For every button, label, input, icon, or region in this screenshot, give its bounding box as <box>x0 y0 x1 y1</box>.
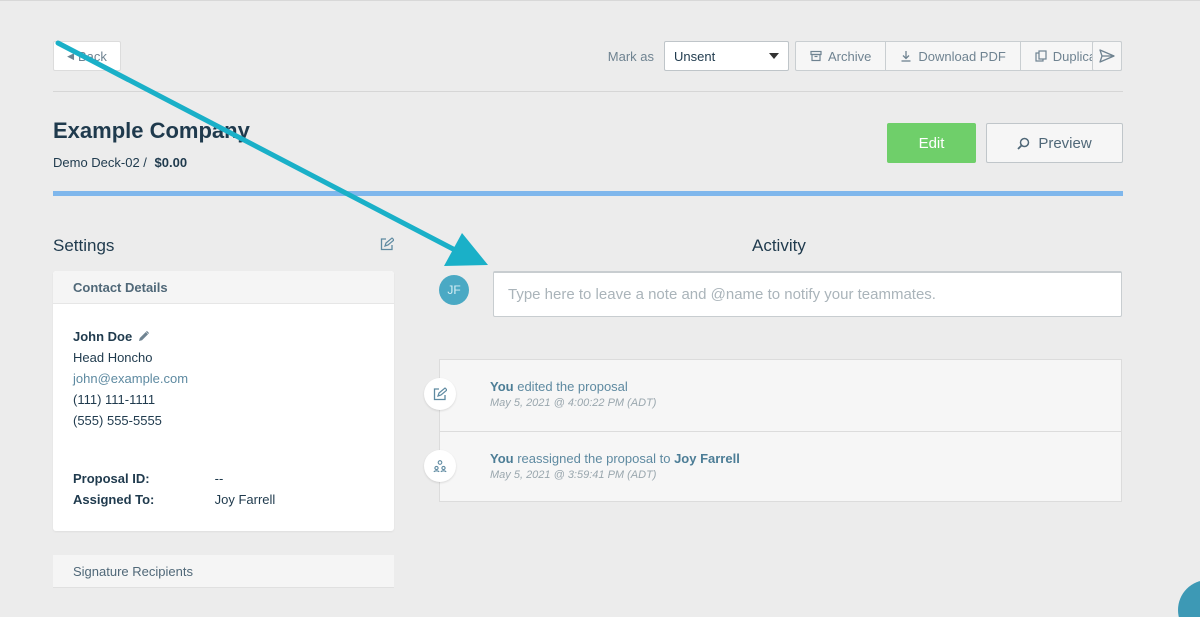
edit-settings-icon[interactable] <box>380 237 395 256</box>
archive-label: Archive <box>828 48 872 64</box>
activity-feed: You edited the proposal May 5, 2021 @ 4:… <box>424 359 1122 502</box>
caret-left-icon: ◀ <box>67 50 74 61</box>
pencil-icon[interactable] <box>137 330 150 343</box>
contact-details-header[interactable]: Contact Details <box>53 271 394 304</box>
archive-button[interactable]: Archive <box>795 41 887 71</box>
preview-label: Preview <box>1038 134 1092 152</box>
mark-as-label: Mark as <box>607 48 654 64</box>
proposal-id-value: -- <box>214 471 224 486</box>
contact-role: Head Honcho <box>73 350 153 365</box>
activity-target: Joy Farrell <box>674 451 740 466</box>
search-icon <box>1017 137 1030 150</box>
reassign-users-icon <box>424 450 456 482</box>
edit-icon <box>424 378 456 410</box>
activity-text: You reassigned the proposal to Joy Farre… <box>490 451 740 466</box>
activity-action: edited the proposal <box>517 379 628 394</box>
activity-timestamp: May 5, 2021 @ 4:00:22 PM (ADT) <box>490 397 657 409</box>
contact-info: John Doe Head Honcho john@example.com (1… <box>73 326 188 431</box>
status-select[interactable]: Unsent <box>664 41 789 71</box>
activity-actor: You <box>490 451 514 466</box>
action-button-group: Archive Download PDF Duplicate <box>795 41 1122 71</box>
activity-action: reassigned the proposal to <box>517 451 671 466</box>
help-chat-button[interactable] <box>1178 580 1200 617</box>
contact-email[interactable]: john@example.com <box>73 368 188 389</box>
status-value: Unsent <box>674 48 716 64</box>
preview-button[interactable]: Preview <box>986 123 1123 163</box>
duplicate-icon <box>1035 50 1047 62</box>
contact-name-row: John Doe <box>73 326 188 347</box>
proposal-id-row: Proposal ID: -- <box>73 471 223 486</box>
contact-details-card: Contact Details John Doe Head Honcho joh… <box>53 271 394 531</box>
assigned-to-label: Assigned To: <box>73 492 155 507</box>
activity-item: You reassigned the proposal to Joy Farre… <box>424 431 1121 502</box>
download-label: Download PDF <box>918 48 1006 64</box>
assigned-to-row: Assigned To: Joy Farrell <box>73 492 275 507</box>
contact-phone-1: (111) 111-1111 <box>73 392 156 407</box>
header-divider <box>53 91 1123 92</box>
annotation-arrow-line <box>55 40 458 253</box>
activity-timestamp: May 5, 2021 @ 3:59:41 PM (ADT) <box>490 469 657 481</box>
activity-title: Activity <box>752 236 806 255</box>
send-button[interactable] <box>1092 41 1122 71</box>
annotation-arrow-head <box>444 233 488 266</box>
activity-actor: You <box>490 379 514 394</box>
avatar: JF <box>439 275 469 305</box>
download-pdf-button[interactable]: Download PDF <box>885 41 1021 71</box>
contact-phone-2: (555) 555-5555 <box>73 413 162 428</box>
progress-bar <box>53 191 1123 196</box>
back-label: Back <box>78 48 107 64</box>
assigned-to-value: Joy Farrell <box>214 492 276 507</box>
contact-name: John Doe <box>73 329 133 344</box>
signature-recipients-header[interactable]: Signature Recipients <box>53 555 394 588</box>
top-border <box>0 0 1200 1</box>
note-input[interactable]: Type here to leave a note and @name to n… <box>493 271 1122 317</box>
deck-line: Demo Deck-02 / $0.00 <box>53 155 187 170</box>
company-name: Example Company <box>53 118 250 143</box>
send-icon <box>1099 49 1115 63</box>
back-button[interactable]: ◀ Back <box>53 41 121 71</box>
proposal-amount: $0.00 <box>154 155 188 170</box>
dropdown-arrow-icon <box>769 53 779 59</box>
settings-title: Settings <box>53 236 115 255</box>
edit-button[interactable]: Edit <box>887 123 976 163</box>
activity-text: You edited the proposal <box>490 379 628 394</box>
archive-icon <box>810 50 822 62</box>
proposal-id-label: Proposal ID: <box>73 471 150 486</box>
download-icon <box>901 51 911 62</box>
activity-item: You edited the proposal May 5, 2021 @ 4:… <box>424 360 1121 431</box>
deck-name: Demo Deck-02 / <box>53 155 147 170</box>
proposal-toolbar: Mark as Unsent Archive Download PDF Dupl… <box>608 41 1122 71</box>
